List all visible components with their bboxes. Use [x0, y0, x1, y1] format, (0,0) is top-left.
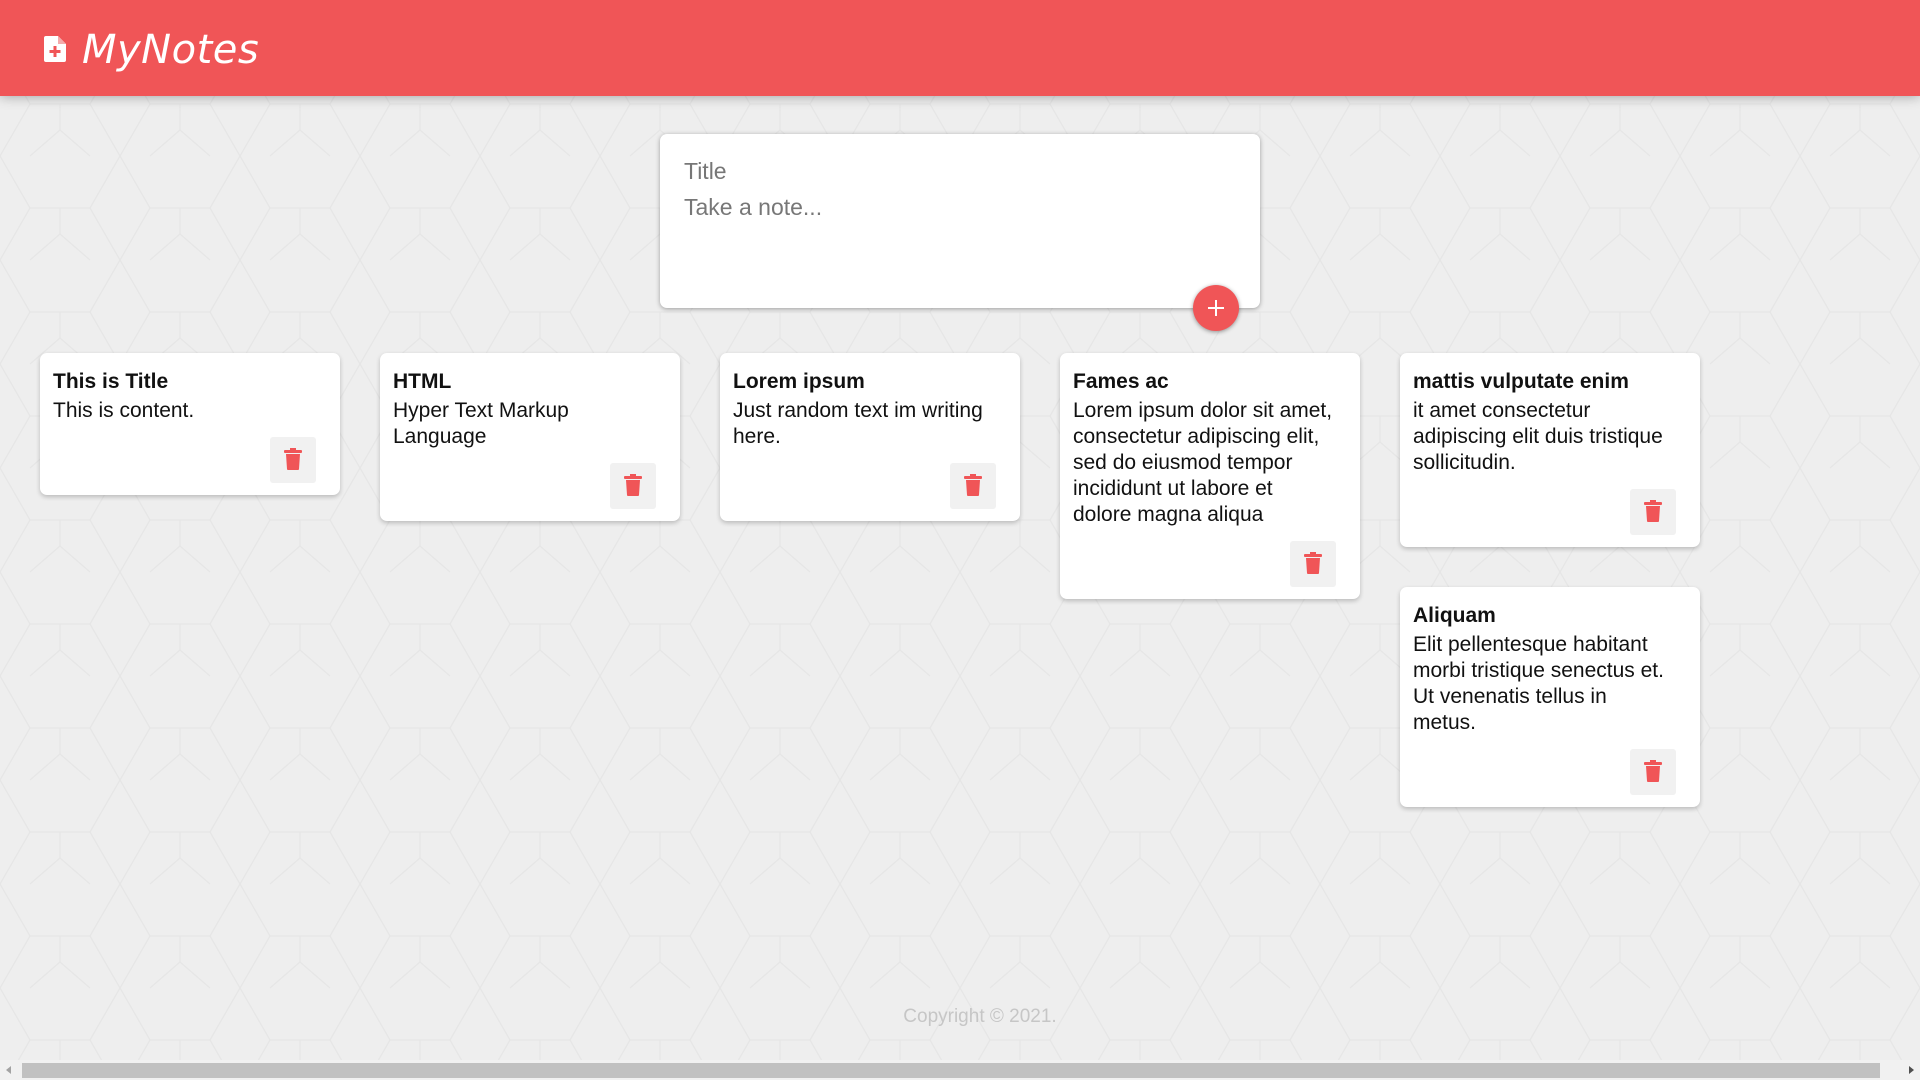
note-title: This is Title	[53, 370, 169, 393]
footer: Copyright © 2021.	[0, 1006, 1920, 1028]
trash-icon	[624, 474, 642, 496]
note-content-input[interactable]	[684, 194, 1224, 284]
trash-icon	[1304, 552, 1322, 574]
delete-note-button[interactable]	[1290, 541, 1336, 587]
note-card: HTML Hyper Text Markup Language	[380, 353, 680, 521]
note-add-icon	[44, 36, 66, 62]
trash-icon	[284, 448, 302, 470]
copyright-text: Copyright © 2021.	[903, 1006, 1057, 1027]
note-title: mattis vulputate enim	[1413, 370, 1629, 393]
note-card: Fames ac Lorem ipsum dolor sit amet, con…	[1060, 353, 1360, 599]
delete-note-button[interactable]	[1630, 489, 1676, 535]
delete-note-button[interactable]	[610, 463, 656, 509]
note-card: This is Title This is content.	[40, 353, 340, 495]
scroll-left-arrow-icon[interactable]	[0, 1060, 18, 1080]
add-note-button[interactable]	[1193, 285, 1239, 331]
app-header: MyNotes	[0, 0, 1920, 96]
note-title: Fames ac	[1073, 370, 1169, 393]
note-card: Aliquam Elit pellentesque habitant morbi…	[1400, 587, 1700, 807]
delete-note-button[interactable]	[950, 463, 996, 509]
app-title: MyNotes	[82, 27, 260, 73]
horizontal-scrollbar[interactable]	[0, 1060, 1920, 1080]
trash-icon	[1644, 500, 1662, 522]
note-content: Lorem ipsum dolor sit amet, consectetur …	[1073, 399, 1333, 526]
note-content: This is content.	[53, 399, 195, 422]
scrollbar-thumb[interactable]	[22, 1063, 1880, 1078]
note-title: HTML	[393, 370, 452, 393]
note-card: mattis vulputate enim it amet consectetu…	[1400, 353, 1700, 547]
note-content: Hyper Text Markup Language	[393, 399, 569, 448]
note-content: Elit pellentesque habitant morbi tristiq…	[1413, 633, 1664, 734]
scroll-right-arrow-icon[interactable]	[1902, 1060, 1920, 1080]
delete-note-button[interactable]	[1630, 749, 1676, 795]
trash-icon	[964, 474, 982, 496]
trash-icon	[1644, 760, 1662, 782]
note-content: Just random text im writing here.	[733, 399, 983, 448]
plus-icon	[1208, 300, 1224, 316]
note-content: it amet consectetur adipiscing elit duis…	[1413, 399, 1663, 474]
create-note-form	[660, 134, 1260, 308]
note-title-input[interactable]	[684, 156, 1224, 186]
note-card: Lorem ipsum Just random text im writing …	[720, 353, 1020, 521]
note-title: Lorem ipsum	[733, 370, 865, 393]
note-title: Aliquam	[1413, 604, 1496, 627]
delete-note-button[interactable]	[270, 437, 316, 483]
